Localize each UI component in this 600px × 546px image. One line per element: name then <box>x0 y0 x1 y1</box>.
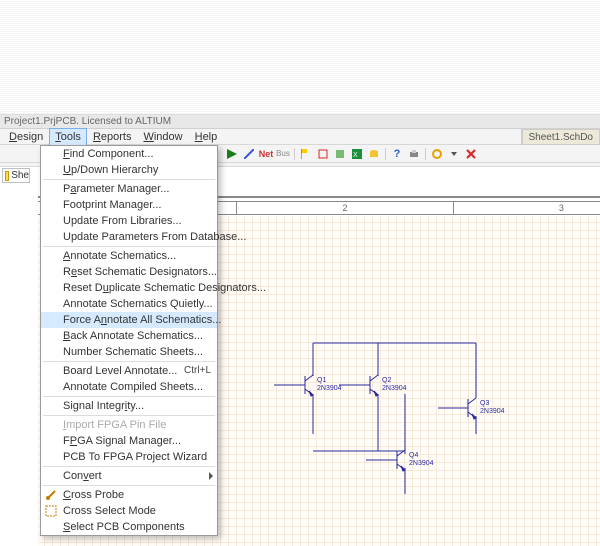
menu-item-updown[interactable]: Up/Down Hierarchy <box>41 162 217 178</box>
tb-sep-icon <box>385 148 386 160</box>
menu-item-annotcomp[interactable]: Annotate Compiled Sheets... <box>41 379 217 395</box>
svg-text:X: X <box>353 152 358 159</box>
sheet-tab-label: She <box>11 170 29 181</box>
tb-help-icon[interactable]: ? <box>389 147 405 161</box>
menu-item-sigint[interactable]: Signal Integrity... <box>41 398 217 414</box>
tb-ring-icon[interactable] <box>429 147 445 161</box>
menu-item-backann[interactable]: Back Annotate Schematics... <box>41 328 217 344</box>
menu-separator <box>43 246 215 247</box>
doc-tab-sheet1[interactable]: Sheet1.SchDo <box>522 129 600 145</box>
select-icon <box>44 504 58 518</box>
menu-item-boardlvl[interactable]: Board Level Annotate...Ctrl+L <box>41 363 217 379</box>
menu-item-crosssel[interactable]: Cross Select Mode <box>41 503 217 519</box>
menu-help[interactable]: Help <box>189 129 224 145</box>
tb-flag-icon[interactable] <box>298 147 314 161</box>
title-text: Project1.PrjPCB. Licensed to ALTIUM <box>4 116 171 127</box>
desig-q2-part: 2N3904 <box>382 385 407 392</box>
menu-separator <box>43 415 215 416</box>
menu-separator <box>43 396 215 397</box>
tb-close-icon[interactable] <box>463 147 479 161</box>
tb-xls-icon[interactable]: X <box>349 147 365 161</box>
menu-tools[interactable]: Tools <box>49 128 87 146</box>
menu-item-annotq[interactable]: Annotate Schematics Quietly... <box>41 296 217 312</box>
desig-q4-ref: Q4 <box>409 452 418 459</box>
menu-bar: Design Tools Reports Window Help <box>0 129 600 145</box>
menu-item-selpcb[interactable]: Select PCB Components <box>41 519 217 535</box>
menu-design[interactable]: Design <box>3 129 49 145</box>
menu-reports[interactable]: Reports <box>87 129 138 145</box>
sheet-icon <box>5 171 9 181</box>
tb-bus-icon[interactable]: Bus <box>275 147 291 161</box>
menu-item-convert[interactable]: Convert <box>41 468 217 484</box>
menu-item-find[interactable]: Find Component... <box>41 146 217 162</box>
menu-separator <box>43 485 215 486</box>
desig-q1-ref: Q1 <box>317 377 326 384</box>
tb-run-icon[interactable] <box>224 147 240 161</box>
tb-net-icon[interactable]: Net <box>258 147 274 161</box>
menu-item-fpgasig[interactable]: FPGA Signal Manager... <box>41 433 217 449</box>
left-tab-strip: She <box>2 168 32 184</box>
desig-q4-part: 2N3904 <box>409 460 434 467</box>
tb-sep-icon <box>294 148 295 160</box>
menu-item-param[interactable]: Parameter Manager... <box>41 181 217 197</box>
menu-item-numbersh[interactable]: Number Schematic Sheets... <box>41 344 217 360</box>
desig-q3-part: 2N3904 <box>480 408 505 415</box>
tools-dropdown: Find Component...Up/Down Hierarchy Parame… <box>40 145 218 536</box>
menu-item-forceann[interactable]: Force Annotate All Schematics... <box>41 312 217 328</box>
window-top-chrome <box>0 0 600 115</box>
tb-wire-icon[interactable] <box>241 147 257 161</box>
tb-rect-icon[interactable] <box>315 147 331 161</box>
title-bar: Project1.PrjPCB. Licensed to ALTIUM <box>0 115 600 129</box>
menu-separator <box>43 361 215 362</box>
menu-item-upddb[interactable]: Update Parameters From Database... <box>41 229 217 245</box>
desig-q3-ref: Q3 <box>480 400 489 407</box>
menu-item-footprint[interactable]: Footprint Manager... <box>41 197 217 213</box>
tb-dropdown-icon[interactable] <box>446 147 462 161</box>
menu-item-crossprobe[interactable]: Cross Probe <box>41 487 217 503</box>
probe-icon <box>44 488 58 502</box>
tb-print-icon[interactable] <box>406 147 422 161</box>
tb-db-icon[interactable] <box>366 147 382 161</box>
menu-item-annot[interactable]: Annotate Schematics... <box>41 248 217 264</box>
tb-sheet-icon[interactable] <box>332 147 348 161</box>
document-tabs: Sheet1.SchDo <box>521 129 600 145</box>
menu-item-resetdes[interactable]: Reset Schematic Designators... <box>41 264 217 280</box>
menu-item-pcbtofpga[interactable]: PCB To FPGA Project Wizard <box>41 449 217 465</box>
menu-item-resetdup[interactable]: Reset Duplicate Schematic Designators... <box>41 280 217 296</box>
menu-item-updlib[interactable]: Update From Libraries... <box>41 213 217 229</box>
menu-separator <box>43 466 215 467</box>
menu-window[interactable]: Window <box>137 129 188 145</box>
menu-item-impfpga: Import FPGA Pin File <box>41 417 217 433</box>
desig-q1-part: 2N3904 <box>317 385 342 392</box>
desig-q2-ref: Q2 <box>382 377 391 384</box>
tb-sep-icon <box>425 148 426 160</box>
submenu-arrow-icon <box>209 472 213 480</box>
menu-shortcut: Ctrl+L <box>184 363 211 379</box>
sheet-tab[interactable]: She <box>2 168 30 183</box>
menu-separator <box>43 179 215 180</box>
